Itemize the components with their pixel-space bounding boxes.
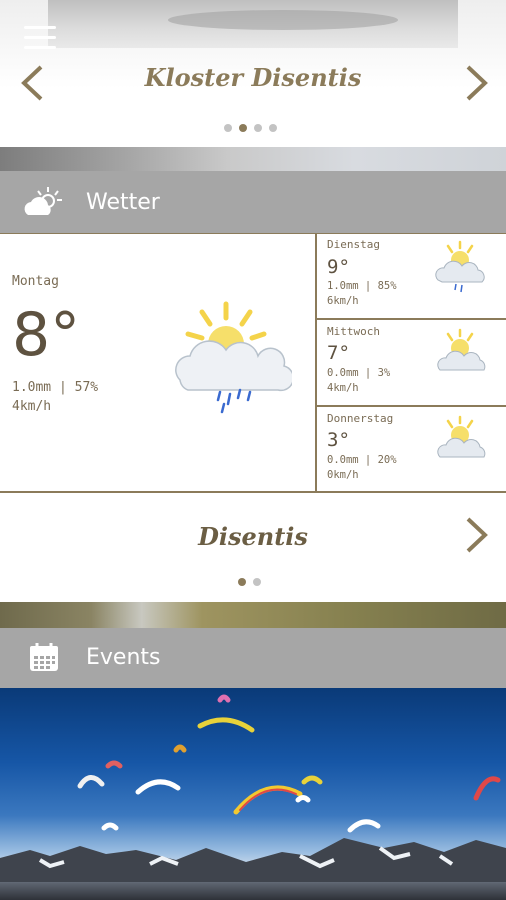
sun-cloud-rain-icon (435, 240, 485, 293)
today-wind: 4km/h (12, 399, 52, 414)
forecast-wind: 6km/h (327, 295, 359, 307)
forecast-day-cell[interactable]: Donnerstag 3° 0.0mm | 20% 0km/h (317, 407, 506, 492)
location-title: Disentis (198, 522, 308, 551)
weather-sun-cloud-icon (24, 187, 62, 215)
forecast-day: Mittwoch (327, 325, 380, 338)
weather-section-bar[interactable]: Wetter (0, 171, 506, 233)
sun-cloud-icon (437, 328, 486, 371)
forecast-temperature: 7° (327, 342, 350, 364)
forecast-precipitation: 0.0mm | 3% (327, 367, 391, 379)
events-paragliders-image[interactable] (0, 688, 506, 900)
forecast-wind: 0km/h (327, 469, 359, 481)
forecast-precipitation: 1.0mm | 85% (327, 280, 397, 292)
events-section-bar[interactable]: Events (0, 628, 506, 688)
forecast-day: Donnerstag (327, 412, 394, 425)
forecast-precipitation: 0.0mm | 20% (327, 454, 397, 466)
paragliders-illustration (0, 694, 506, 882)
weather-section-label: Wetter (86, 190, 160, 215)
calendar-icon (30, 643, 58, 671)
location-pager[interactable] (238, 578, 268, 588)
forecast-day-cell[interactable]: Dienstag 9° 1.0mm | 85% 6km/h (317, 234, 506, 318)
forecast-day: Dienstag (327, 238, 380, 251)
forecast-temperature: 3° (327, 429, 350, 451)
header-pager[interactable] (224, 124, 284, 134)
today-temperature: 8° (12, 300, 81, 370)
sun-cloud-icon (437, 415, 486, 458)
header-background-photo (48, 0, 458, 48)
chevron-left-icon[interactable] (19, 64, 45, 102)
today-day: Montag (12, 274, 59, 289)
header-title: Kloster Disentis (144, 63, 362, 92)
header-carousel: Kloster Disentis (0, 0, 506, 147)
hamburger-menu-icon[interactable] (24, 26, 56, 52)
forecast-wind: 4km/h (327, 382, 359, 394)
forecast-temperature: 9° (327, 256, 350, 278)
chevron-right-icon[interactable] (464, 516, 490, 554)
chevron-right-icon[interactable] (464, 64, 490, 102)
sun-cloud-rain-icon (175, 301, 292, 414)
events-section-label: Events (86, 645, 161, 670)
forecast-day-cell[interactable]: Mittwoch 7° 0.0mm | 3% 4km/h (317, 320, 506, 405)
road-photo-strip (0, 602, 506, 628)
mountain-photo-strip (0, 147, 506, 171)
today-precipitation: 1.0mm | 57% (12, 380, 99, 395)
weather-panel: Montag 8° 1.0mm | 57% 4km/h Dienstag 9° … (0, 233, 506, 493)
